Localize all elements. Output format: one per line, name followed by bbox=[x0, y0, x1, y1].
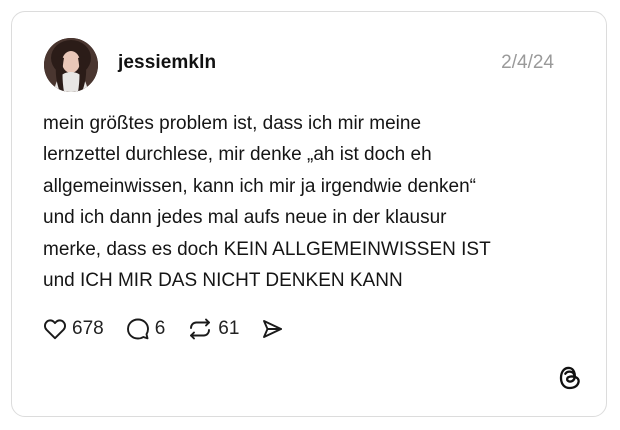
username[interactable]: jessiemkln bbox=[118, 52, 216, 74]
reply-button[interactable]: 6 bbox=[126, 317, 166, 341]
avatar-image bbox=[44, 38, 98, 92]
post-text-line: merke, dass es doch KEIN ALLGEMEINWISSEN… bbox=[43, 238, 491, 260]
post-text-line: und ich dann jedes mal aufs neue in der … bbox=[43, 207, 447, 229]
repost-count: 61 bbox=[218, 318, 240, 339]
post-text-line: allgemeinwissen, kann ich mir ja irgendw… bbox=[43, 175, 476, 197]
post-text-line: und ICH MIR DAS NICHT DENKEN KANN bbox=[43, 270, 403, 292]
repost-icon bbox=[190, 318, 211, 340]
post-actions: 678 6 61 bbox=[43, 314, 305, 344]
comment-icon bbox=[126, 318, 149, 340]
avatar[interactable] bbox=[44, 38, 98, 92]
post-text-line: lernzettel durchlese, mir denke „ah ist … bbox=[43, 144, 432, 166]
like-count: 678 bbox=[72, 318, 104, 339]
threads-logo-icon[interactable] bbox=[556, 364, 584, 392]
like-button[interactable]: 678 bbox=[43, 318, 104, 340]
share-button[interactable] bbox=[261, 318, 283, 340]
reply-count: 6 bbox=[154, 318, 166, 339]
threads-post-card: jessiemkln 2/4/24 mein größtes problem i… bbox=[11, 11, 607, 417]
post-text: mein größtes problem ist, dass ich mir m… bbox=[43, 108, 583, 296]
repost-button[interactable]: 61 bbox=[187, 317, 239, 341]
post-text-line: mein größtes problem ist, dass ich mir m… bbox=[43, 113, 422, 134]
heart-icon bbox=[44, 319, 66, 340]
send-icon bbox=[263, 320, 283, 338]
post-date: 2/4/24 bbox=[501, 52, 554, 73]
